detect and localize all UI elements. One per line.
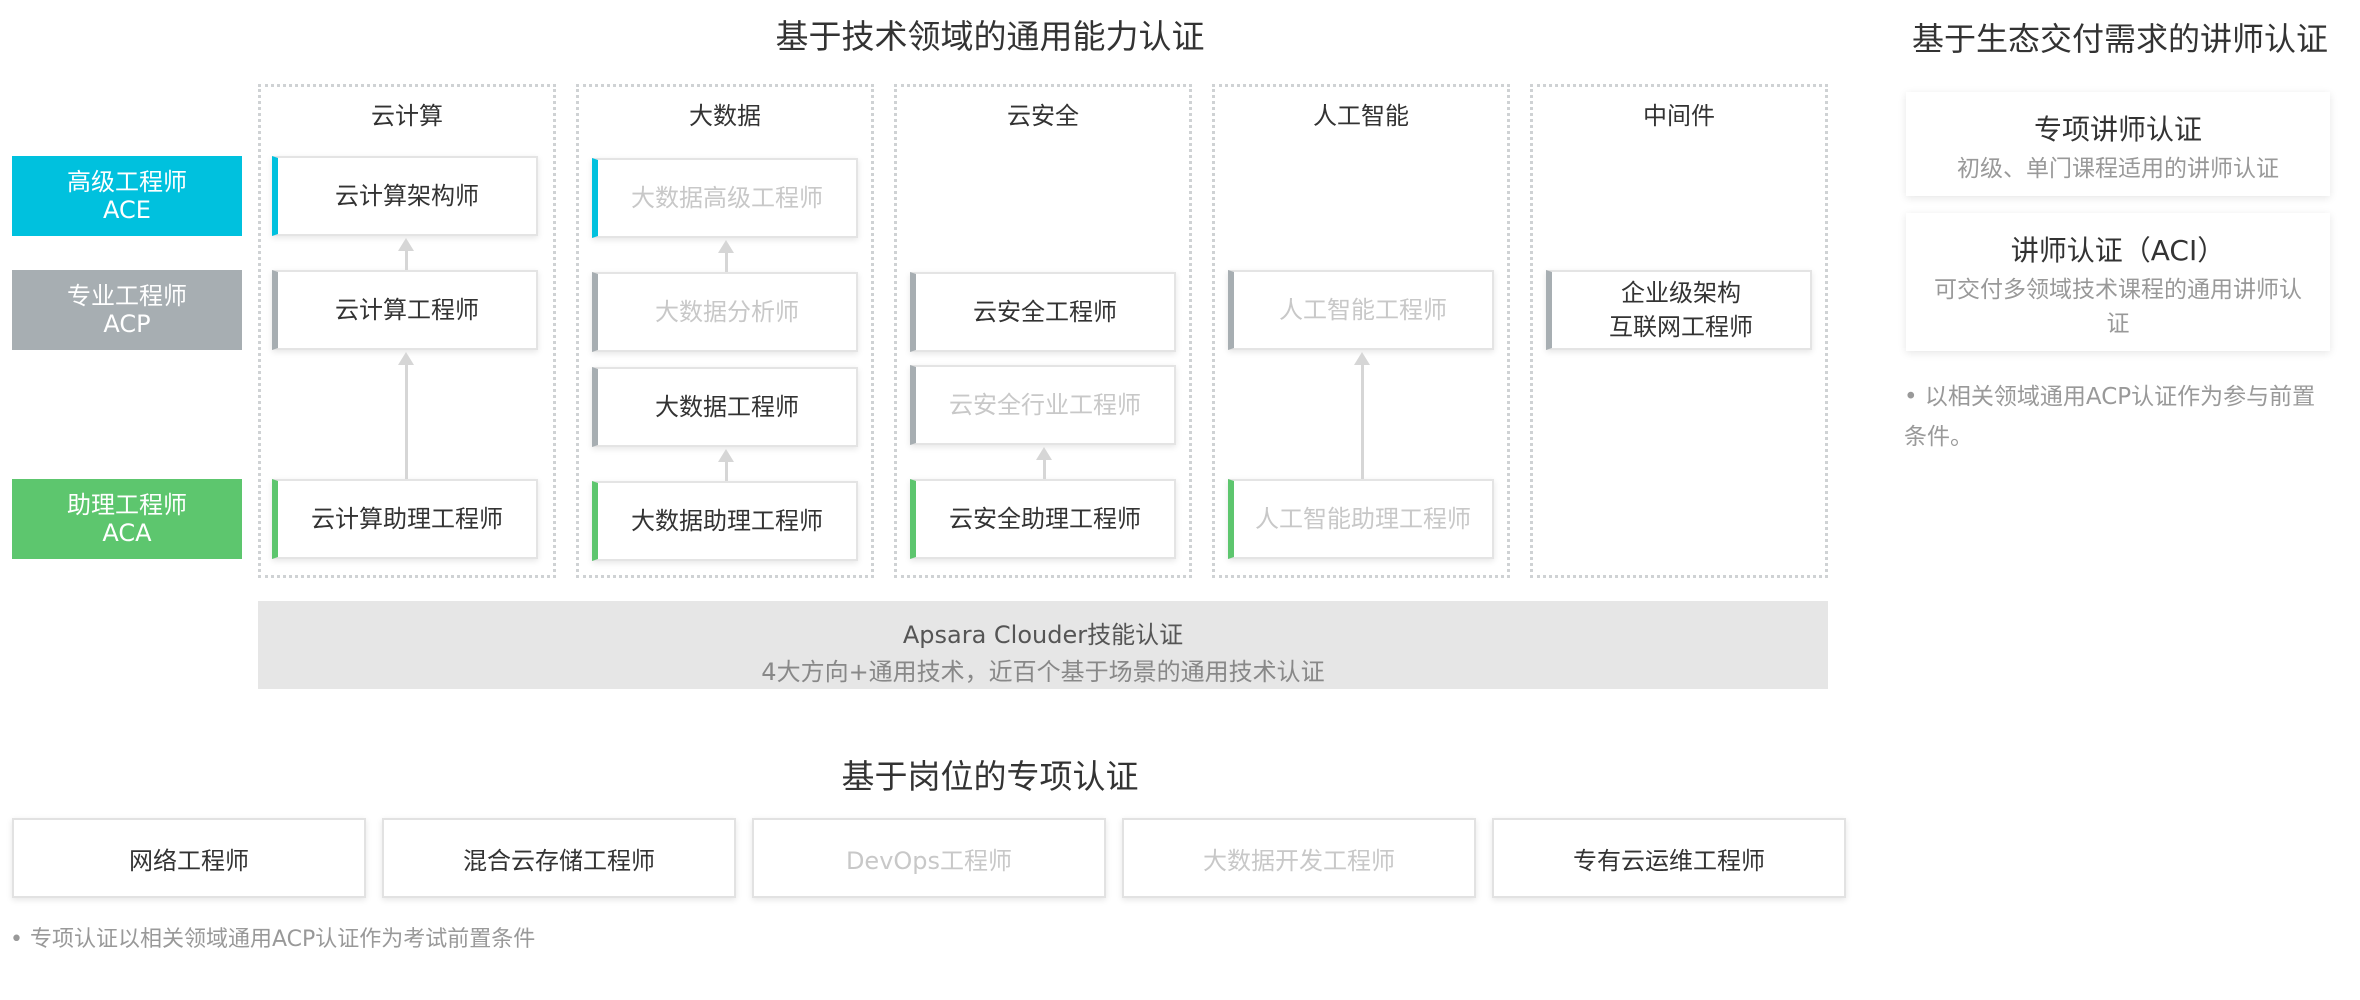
arrow-head-icon xyxy=(398,238,414,251)
cert-ai-engineer[interactable]: 人工智能工程师 xyxy=(1228,270,1494,350)
arrow-head-icon xyxy=(1036,447,1052,460)
lecturer-note: • 以相关领域通用ACP认证作为参与前置条件。 xyxy=(1904,384,2316,450)
column-title: 人工智能 xyxy=(1313,102,1409,130)
arrow-connector xyxy=(405,250,408,270)
position-cert-bigdata-dev[interactable]: 大数据开发工程师 xyxy=(1122,818,1476,898)
arrow-connector xyxy=(405,364,408,479)
cert-security-associate[interactable]: 云安全助理工程师 xyxy=(910,479,1176,559)
lecturer-card-name: 讲师认证（ACI） xyxy=(2010,234,2226,267)
position-section-title: 基于岗位的专项认证 xyxy=(841,757,1139,796)
column-title: 云计算 xyxy=(371,102,443,130)
position-cert-hybrid-storage[interactable]: 混合云存储工程师 xyxy=(382,818,736,898)
cert-security-industry[interactable]: 云安全行业工程师 xyxy=(910,365,1176,445)
cert-bigdata-analyst[interactable]: 大数据分析师 xyxy=(592,272,858,352)
cert-bigdata-engineer[interactable]: 大数据工程师 xyxy=(592,367,858,447)
level-code: ACE xyxy=(103,196,151,224)
lecturer-card-special[interactable]: 专项讲师认证 初级、单门课程适用的讲师认证 xyxy=(1906,92,2330,196)
level-code: ACA xyxy=(102,519,152,547)
column-title: 大数据 xyxy=(689,102,761,130)
cert-bigdata-senior[interactable]: 大数据高级工程师 xyxy=(592,158,858,238)
cert-cloud-engineer[interactable]: 云计算工程师 xyxy=(272,270,538,350)
arrow-head-icon xyxy=(718,240,734,253)
level-name: 助理工程师 xyxy=(67,491,187,519)
level-badge-acp: 专业工程师 ACP xyxy=(12,270,242,350)
arrow-head-icon xyxy=(1354,352,1370,365)
level-badge-ace: 高级工程师 ACE xyxy=(12,156,242,236)
lecturer-card-aci[interactable]: 讲师认证（ACI） 可交付多领域技术课程的通用讲师认证 xyxy=(1906,213,2330,351)
clouder-title: Apsara Clouder技能认证 xyxy=(902,621,1184,649)
arrow-connector xyxy=(725,252,728,272)
lecturer-card-desc: 初级、单门课程适用的讲师认证 xyxy=(1957,156,2279,182)
column-title: 中间件 xyxy=(1643,102,1715,130)
lecturer-section-title: 基于生态交付需求的讲师认证 xyxy=(1911,20,2328,58)
position-cert-private-cloud-ops[interactable]: 专有云运维工程师 xyxy=(1492,818,1846,898)
cert-security-engineer[interactable]: 云安全工程师 xyxy=(910,272,1176,352)
technical-section-title: 基于技术领域的通用能力认证 xyxy=(775,17,1205,56)
arrow-connector xyxy=(725,461,728,481)
position-cert-network[interactable]: 网络工程师 xyxy=(12,818,366,898)
cert-bigdata-associate[interactable]: 大数据助理工程师 xyxy=(592,481,858,561)
position-cert-devops[interactable]: DevOps工程师 xyxy=(752,818,1106,898)
level-code: ACP xyxy=(103,310,151,338)
arrow-connector xyxy=(1361,364,1364,479)
clouder-band[interactable]: Apsara Clouder技能认证 4大方向+通用技术，近百个基于场景的通用技… xyxy=(258,601,1828,689)
cert-ai-associate[interactable]: 人工智能助理工程师 xyxy=(1228,479,1494,559)
level-name: 高级工程师 xyxy=(67,168,187,196)
clouder-subtitle: 4大方向+通用技术，近百个基于场景的通用技术认证 xyxy=(761,658,1325,686)
level-name: 专业工程师 xyxy=(67,282,187,310)
lecturer-card-name: 专项讲师认证 xyxy=(2033,113,2202,146)
cert-middleware-engineer[interactable]: 企业级架构 互联网工程师 xyxy=(1546,270,1812,350)
position-note: • 专项认证以相关领域通用ACP认证作为考试前置条件 xyxy=(10,927,536,952)
level-badge-aca: 助理工程师 ACA xyxy=(12,479,242,559)
cert-cloud-architect[interactable]: 云计算架构师 xyxy=(272,156,538,236)
cert-cloud-associate[interactable]: 云计算助理工程师 xyxy=(272,479,538,559)
arrow-head-icon xyxy=(398,352,414,365)
arrow-connector xyxy=(1043,459,1046,479)
column-title: 云安全 xyxy=(1007,102,1079,130)
lecturer-card-desc: 可交付多领域技术课程的通用讲师认证 xyxy=(1934,277,2302,337)
arrow-head-icon xyxy=(718,449,734,462)
